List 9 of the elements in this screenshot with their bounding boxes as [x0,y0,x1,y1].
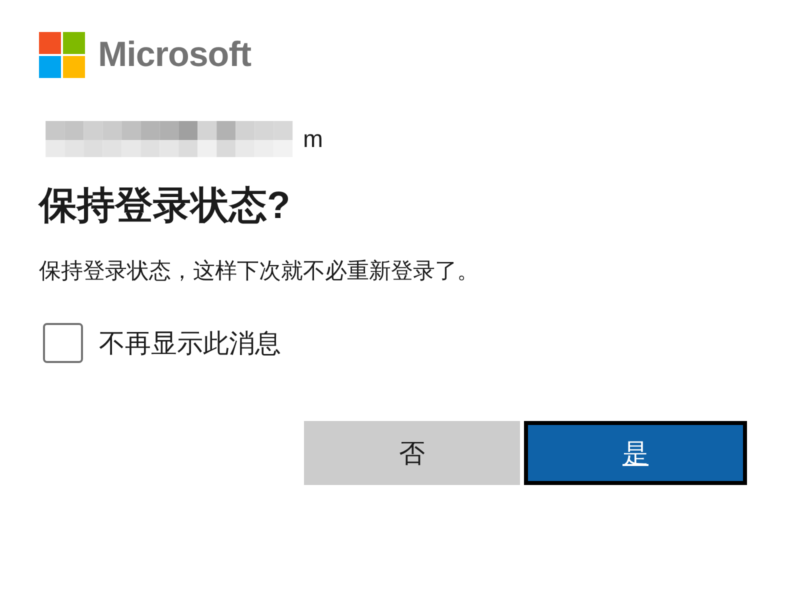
message-text: 保持登录状态，这样下次就不必重新登录了。 [39,257,480,285]
email-text: m [303,126,323,154]
brand-name: Microsoft [98,34,251,74]
windows-logo-icon [39,32,85,78]
checkbox-label[interactable]: 不再显示此消息 [99,326,281,360]
dialog-title: 保持登录状态? [39,184,292,229]
no-button[interactable]: 否 [304,421,520,485]
yes-button[interactable]: 是 [524,421,747,485]
checkbox[interactable] [43,323,83,363]
